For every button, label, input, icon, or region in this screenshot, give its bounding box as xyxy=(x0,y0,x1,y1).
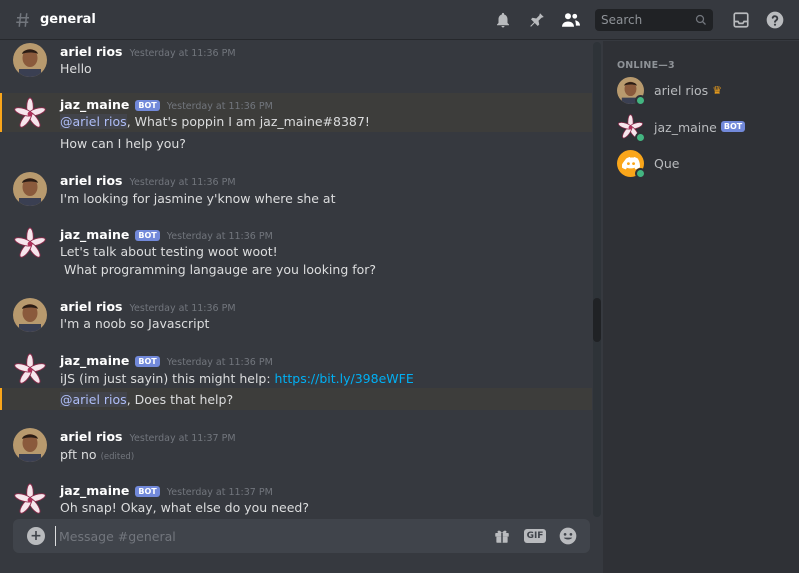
message-text: I'm a noob so Javascript xyxy=(60,316,210,331)
user-avatar[interactable] xyxy=(13,428,47,462)
search-box[interactable] xyxy=(595,9,713,31)
message-timestamp: Yesterday at 11:37 PM xyxy=(129,433,236,444)
message-author[interactable]: ariel rios xyxy=(60,173,122,188)
message-timestamp: Yesterday at 11:36 PM xyxy=(166,357,273,368)
message-link[interactable]: https://bit.ly/398eWFE xyxy=(275,371,414,386)
member-avatar xyxy=(617,149,646,179)
message-scrollbar[interactable] xyxy=(593,42,601,517)
message-author[interactable]: ariel rios xyxy=(60,44,122,59)
message-text: Let's talk about testing woot woot! xyxy=(60,244,278,259)
gift-icon[interactable] xyxy=(491,525,513,547)
search-input[interactable] xyxy=(601,13,695,27)
flower-icon xyxy=(14,353,46,384)
message-author[interactable]: ariel rios xyxy=(60,429,122,444)
message-composer: + GIF xyxy=(13,519,590,553)
message-text: How can I help you? xyxy=(60,136,186,151)
message-text: What programming langauge are you lookin… xyxy=(60,262,377,277)
message-input[interactable] xyxy=(55,526,491,546)
member-list: ONLINE—3 ariel rios ♛ jaz_maine BOT Que xyxy=(603,41,799,573)
scrollbar-thumb[interactable] xyxy=(593,298,601,342)
bot-tag: BOT xyxy=(135,100,160,111)
message-group: jaz_maine BOT Yesterday at 11:37 PM Oh s… xyxy=(0,479,592,518)
message-timestamp: Yesterday at 11:36 PM xyxy=(166,101,273,112)
bot-avatar[interactable] xyxy=(13,483,47,517)
bot-tag: BOT xyxy=(135,230,160,241)
discord-window: general Search ariel rios Yesterday at 1… xyxy=(0,0,799,573)
message-timestamp: Yesterday at 11:36 PM xyxy=(129,48,236,59)
pin-icon[interactable] xyxy=(527,10,547,30)
user-avatar[interactable] xyxy=(13,298,47,332)
online-section-label: ONLINE—3 xyxy=(617,60,675,71)
message-author[interactable]: jaz_maine xyxy=(60,353,129,368)
message-text: pft no (edited) xyxy=(60,447,135,462)
online-status-dot xyxy=(635,167,646,179)
message-text: iJS (im just sayin) this might help: htt… xyxy=(60,371,414,386)
message-timestamp: Yesterday at 11:36 PM xyxy=(129,177,236,188)
channel-name: general xyxy=(40,12,96,27)
member-name: jaz_maine xyxy=(654,119,717,135)
flower-icon xyxy=(14,227,46,258)
message-text: I'm looking for jasmine y'know where she… xyxy=(60,191,336,206)
flower-icon xyxy=(14,483,46,514)
message-timestamp: Yesterday at 11:36 PM xyxy=(166,231,273,242)
members-icon[interactable] xyxy=(561,10,581,30)
bot-tag: BOT xyxy=(135,356,160,367)
edited-label: (edited) xyxy=(100,452,135,462)
search-icon xyxy=(695,14,706,25)
message-timestamp: Yesterday at 11:36 PM xyxy=(129,303,236,314)
message-group: ariel rios Yesterday at 11:36 PM I'm loo… xyxy=(0,169,592,221)
user-avatar[interactable] xyxy=(13,172,47,206)
message-group: jaz_maine BOT Yesterday at 11:36 PM Let'… xyxy=(0,223,592,283)
member-name: Que xyxy=(654,155,680,171)
help-icon[interactable] xyxy=(765,10,785,30)
user-mention[interactable]: @ariel rios xyxy=(60,114,127,129)
emoji-icon[interactable] xyxy=(557,525,579,547)
bot-avatar[interactable] xyxy=(13,353,47,387)
message-author[interactable]: jaz_maine xyxy=(60,97,129,112)
plus-icon[interactable]: + xyxy=(27,527,45,545)
header-toolbar xyxy=(493,0,799,40)
member-avatar xyxy=(617,76,646,106)
message-author[interactable]: jaz_maine xyxy=(60,483,129,498)
gif-icon[interactable]: GIF xyxy=(523,525,547,547)
member-item-jaz-maine[interactable]: jaz_maine BOT xyxy=(617,112,792,143)
message-group: ariel rios Yesterday at 11:36 PM I'm a n… xyxy=(0,295,592,347)
online-status-dot xyxy=(635,94,646,106)
message-list[interactable]: ariel rios Yesterday at 11:36 PM Hello j… xyxy=(0,40,603,518)
message-group: jaz_maine BOT Yesterday at 11:36 PM iJS … xyxy=(0,349,592,413)
crown-icon: ♛ xyxy=(712,83,723,97)
message-timestamp: Yesterday at 11:37 PM xyxy=(166,487,273,498)
message-author[interactable]: ariel rios xyxy=(60,299,122,314)
member-name: ariel rios xyxy=(654,82,709,98)
online-status-dot xyxy=(635,131,646,143)
message-text: @ariel rios, Does that help? xyxy=(60,392,234,407)
bot-tag: BOT xyxy=(135,486,160,497)
member-avatar xyxy=(617,113,646,143)
message-text: @ariel rios, What's poppin I am jaz_main… xyxy=(60,114,370,129)
message-group: ariel rios Yesterday at 11:36 PM Hello xyxy=(0,40,592,92)
bot-tag: BOT xyxy=(720,120,746,132)
message-group: jaz_maine BOT Yesterday at 11:36 PM @ari… xyxy=(0,93,592,158)
message-group: ariel rios Yesterday at 11:37 PM pft no(… xyxy=(0,425,592,477)
hash-icon xyxy=(16,12,29,27)
flower-icon xyxy=(14,97,46,128)
bot-avatar[interactable] xyxy=(13,227,47,261)
user-mention[interactable]: @ariel rios xyxy=(60,392,127,407)
member-item-ariel-rios[interactable]: ariel rios ♛ xyxy=(617,75,792,106)
user-avatar[interactable] xyxy=(13,43,47,77)
bell-icon[interactable] xyxy=(493,10,513,30)
member-item-que[interactable]: Que xyxy=(617,148,792,179)
channel-header: general xyxy=(0,0,799,40)
message-text: Hello xyxy=(60,61,92,76)
message-text: Oh snap! Okay, what else do you need? xyxy=(60,500,309,515)
bot-avatar[interactable] xyxy=(13,97,47,131)
message-author[interactable]: jaz_maine xyxy=(60,227,129,242)
inbox-icon[interactable] xyxy=(731,10,751,30)
